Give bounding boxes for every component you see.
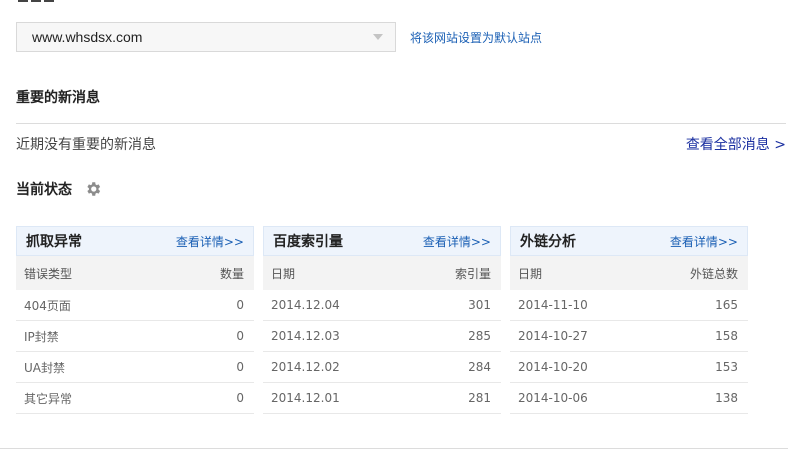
table-cell: 138 — [715, 391, 738, 405]
table-cell: 153 — [715, 360, 738, 374]
table-cell: 其它异常 — [24, 391, 73, 406]
table-cell: IP封禁 — [24, 329, 59, 344]
table-cell: 0 — [236, 391, 244, 405]
gear-icon[interactable] — [84, 180, 102, 198]
set-default-site-link[interactable]: 将该网站设置为默认站点 — [410, 29, 542, 46]
table-row: 2014.12.01 281 — [263, 383, 501, 414]
panel-details-link[interactable]: 查看详情>> — [423, 233, 491, 250]
bottom-divider — [0, 448, 788, 449]
column-header-row: 错误类型 数量 — [16, 256, 254, 290]
table-cell: 0 — [236, 298, 244, 312]
column-header: 日期 — [271, 266, 296, 281]
backlinks-panel: 外链分析 查看详情>> 日期 外链总数 2014-11-10 165 2014-… — [510, 226, 748, 414]
site-dropdown-value: www.whsdsx.com — [32, 29, 143, 45]
table-row: 2014.12.04 301 — [263, 290, 501, 321]
table-row: 2014-10-27 158 — [510, 321, 748, 352]
table-cell: 2014.12.01 — [271, 391, 340, 405]
table-cell: 285 — [468, 329, 491, 343]
table-row: 2014.12.03 285 — [263, 321, 501, 352]
panel-title: 抓取异常 — [26, 234, 82, 250]
table-row: IP封禁 0 — [16, 321, 254, 352]
news-empty-text: 近期没有重要的新消息 — [16, 137, 156, 153]
table-cell: 0 — [236, 329, 244, 343]
table-cell: UA封禁 — [24, 360, 65, 375]
panel-details-link[interactable]: 查看详情>> — [176, 233, 244, 250]
table-cell: 0 — [236, 360, 244, 374]
table-cell: 284 — [468, 360, 491, 374]
table-cell: 404页面 — [24, 298, 71, 313]
table-row: 2014-10-06 138 — [510, 383, 748, 414]
news-divider — [16, 123, 786, 124]
table-cell: 165 — [715, 298, 738, 312]
column-header: 日期 — [518, 266, 543, 281]
panel-header: 百度索引量 查看详情>> — [263, 226, 501, 256]
table-cell: 2014-10-20 — [518, 360, 588, 374]
panel-header: 外链分析 查看详情>> — [510, 226, 748, 256]
panel-title: 百度索引量 — [273, 234, 343, 250]
table-row: 2014-10-20 153 — [510, 352, 748, 383]
column-header: 索引量 — [454, 266, 491, 281]
cropped-heading — [18, 0, 78, 2]
panel-details-link[interactable]: 查看详情>> — [670, 233, 738, 250]
table-cell: 2014-11-10 — [518, 298, 588, 312]
chevron-down-icon — [373, 34, 383, 40]
table-cell: 281 — [468, 391, 491, 405]
status-title-text: 当前状态 — [16, 182, 72, 198]
panel-header: 抓取异常 查看详情>> — [16, 226, 254, 256]
table-cell: 2014.12.02 — [271, 360, 340, 374]
column-header: 错误类型 — [24, 266, 73, 281]
news-section-title: 重要的新消息 — [16, 90, 100, 106]
table-cell: 301 — [468, 298, 491, 312]
table-cell: 158 — [715, 329, 738, 343]
table-row: 其它异常 0 — [16, 383, 254, 414]
table-row: 2014-11-10 165 — [510, 290, 748, 321]
index-volume-panel: 百度索引量 查看详情>> 日期 索引量 2014.12.04 301 2014.… — [263, 226, 501, 414]
table-cell: 2014-10-06 — [518, 391, 588, 405]
site-dropdown[interactable]: www.whsdsx.com — [16, 22, 396, 52]
table-cell: 2014.12.04 — [271, 298, 340, 312]
column-header-row: 日期 外链总数 — [510, 256, 748, 290]
table-row: UA封禁 0 — [16, 352, 254, 383]
column-header: 数量 — [219, 266, 244, 281]
site-selector-row: www.whsdsx.com 将该网站设置为默认站点 — [16, 22, 542, 52]
view-all-news-link[interactable]: 查看全部消息 > — [686, 134, 786, 154]
column-header: 外链总数 — [689, 266, 738, 281]
column-header-row: 日期 索引量 — [263, 256, 501, 290]
table-cell: 2014-10-27 — [518, 329, 588, 343]
crawl-errors-panel: 抓取异常 查看详情>> 错误类型 数量 404页面 0 IP封禁 0 UA封禁 … — [16, 226, 254, 414]
status-section-title: 当前状态 — [16, 179, 102, 199]
table-row: 2014.12.02 284 — [263, 352, 501, 383]
panel-title: 外链分析 — [520, 234, 576, 250]
table-row: 404页面 0 — [16, 290, 254, 321]
table-cell: 2014.12.03 — [271, 329, 340, 343]
